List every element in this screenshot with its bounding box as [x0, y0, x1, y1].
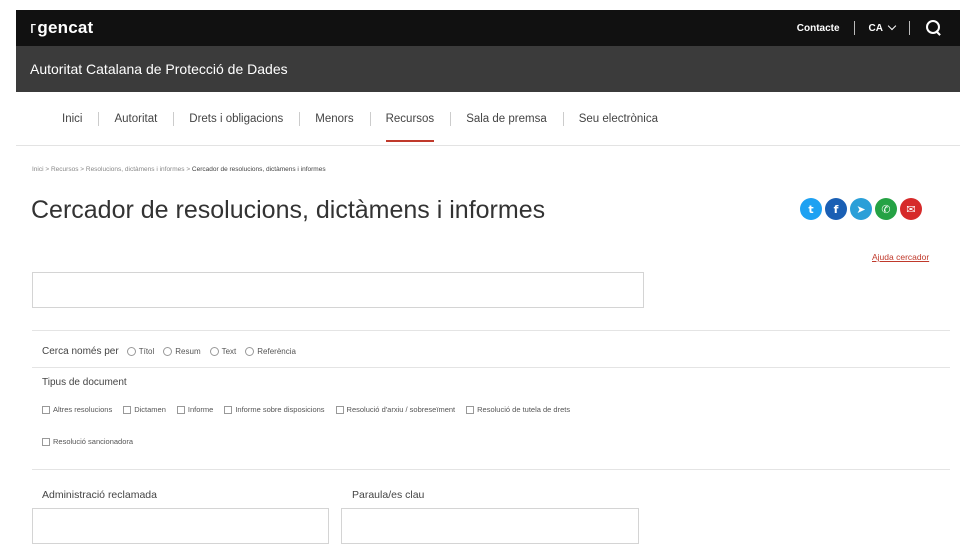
search-input[interactable]	[32, 272, 644, 308]
option-label: Dictamen	[134, 405, 166, 414]
doc-type-options: Altres resolucions Dictamen Informe Info…	[42, 405, 581, 414]
option-label: Text	[221, 347, 237, 356]
doc-type-resolucio-sancionadora[interactable]: Resolució sancionadora	[42, 437, 133, 446]
divider	[32, 367, 950, 368]
search-icon[interactable]	[926, 20, 942, 36]
checkbox[interactable]	[42, 437, 50, 446]
contact-link[interactable]: Contacte	[797, 23, 840, 34]
divider	[909, 21, 910, 35]
keywords-label: Paraula/es clau	[352, 489, 425, 501]
keywords-field[interactable]	[341, 508, 639, 544]
nav-item-menors[interactable]: Menors	[299, 92, 369, 146]
doc-type-informe-disposicions[interactable]: Informe sobre disposicions	[224, 405, 325, 414]
option-label: Referència	[257, 347, 296, 356]
nav-item-autoritat[interactable]: Autoritat	[98, 92, 173, 146]
divider	[853, 21, 855, 35]
gencat-logo[interactable]: гgencat	[30, 18, 93, 38]
checkbox[interactable]	[335, 405, 344, 414]
top-bar-actions: Contacte CA	[797, 10, 942, 46]
radio-button[interactable]	[126, 347, 136, 356]
breadcrumb-separator: >	[80, 166, 85, 173]
option-label: Títol	[138, 347, 155, 356]
checkbox[interactable]	[123, 405, 132, 414]
breadcrumb: Inici > Recursos > Resolucions, dictàmen…	[32, 166, 326, 173]
doc-type-resolucio-arxiu[interactable]: Resolució d'arxiu / sobreseïment	[335, 405, 456, 414]
option-label: Altres resolucions	[53, 405, 113, 414]
doc-type-label: Tipus de document	[42, 377, 127, 388]
email-icon[interactable]: ✉	[900, 198, 922, 220]
search-only-label: Cerca només per	[42, 346, 119, 357]
language-selector[interactable]: CA	[868, 21, 897, 34]
nav-item-drets-obligacions[interactable]: Drets i obligacions	[173, 92, 299, 146]
option-label: Resolució de tutela de drets	[477, 405, 571, 414]
option-label: Informe	[187, 405, 214, 414]
telegram-icon[interactable]: ➤	[850, 198, 872, 220]
organisation-bar: Autoritat Catalana de Protecció de Dades	[16, 46, 960, 92]
breadcrumb-current: Cercador de resolucions, dictàmens i inf…	[191, 166, 326, 173]
top-bar: гgencat Contacte CA	[16, 10, 960, 46]
breadcrumb-separator: >	[45, 166, 50, 173]
radio-button[interactable]	[163, 347, 173, 356]
option-text[interactable]: Text	[209, 347, 237, 356]
breadcrumb-item-inici[interactable]: Inici	[32, 166, 44, 173]
option-label: Resolució sancionadora	[53, 437, 134, 446]
option-resum[interactable]: Resum	[163, 347, 201, 356]
social-share: t f ➤ ✆ ✉	[800, 198, 922, 220]
nav-item-recursos[interactable]: Recursos	[369, 92, 451, 146]
nav-item-seu-electronica[interactable]: Seu electrònica	[562, 92, 674, 146]
option-referencia[interactable]: Referència	[245, 347, 296, 356]
doc-type-options-row2: Resolució sancionadora	[42, 437, 144, 446]
option-label: Resum	[175, 347, 201, 356]
breadcrumb-item-resolucions[interactable]: Resolucions, dictàmens i informes	[86, 166, 185, 173]
gencat-logo-text: gencat	[37, 18, 94, 37]
option-label: Informe sobre disposicions	[235, 405, 325, 414]
organisation-name[interactable]: Autoritat Catalana de Protecció de Dades	[30, 61, 288, 77]
whatsapp-icon[interactable]: ✆	[875, 198, 897, 220]
doc-type-informe[interactable]: Informe	[176, 405, 214, 414]
twitter-icon[interactable]: t	[800, 198, 822, 220]
checkbox[interactable]	[42, 405, 50, 414]
language-label: CA	[868, 22, 883, 34]
gencat-logo-mark: г	[30, 18, 37, 37]
breadcrumb-item-recursos[interactable]: Recursos	[51, 166, 78, 173]
search-only-by: Cerca només per Títol Resum Text Referèn…	[42, 346, 305, 357]
main-nav: Inici Autoritat Drets i obligacions Meno…	[16, 92, 960, 146]
doc-type-dictamen[interactable]: Dictamen	[123, 405, 166, 414]
radio-button[interactable]	[209, 347, 219, 356]
checkbox[interactable]	[176, 405, 185, 414]
admin-label: Administració reclamada	[42, 489, 157, 501]
nav-item-sala-premsa[interactable]: Sala de premsa	[450, 92, 563, 146]
nav-item-inici[interactable]: Inici	[46, 92, 98, 146]
breadcrumb-separator: >	[186, 166, 191, 173]
divider	[32, 330, 950, 331]
divider	[32, 469, 950, 470]
facebook-icon[interactable]: f	[825, 198, 847, 220]
checkbox[interactable]	[224, 405, 233, 414]
radio-button[interactable]	[245, 347, 255, 356]
doc-type-altres[interactable]: Altres resolucions	[42, 405, 112, 414]
page-title: Cercador de resolucions, dictàmens i inf…	[31, 196, 546, 224]
option-label: Resolució d'arxiu / sobreseïment	[346, 405, 456, 414]
admin-field[interactable]	[32, 508, 329, 544]
doc-type-resolucio-tutela[interactable]: Resolució de tutela de drets	[466, 405, 570, 414]
chevron-down-icon	[887, 21, 897, 31]
help-search-link[interactable]: Ajuda cercador	[872, 252, 929, 262]
checkbox[interactable]	[466, 405, 475, 414]
option-titol[interactable]: Títol	[126, 347, 155, 356]
